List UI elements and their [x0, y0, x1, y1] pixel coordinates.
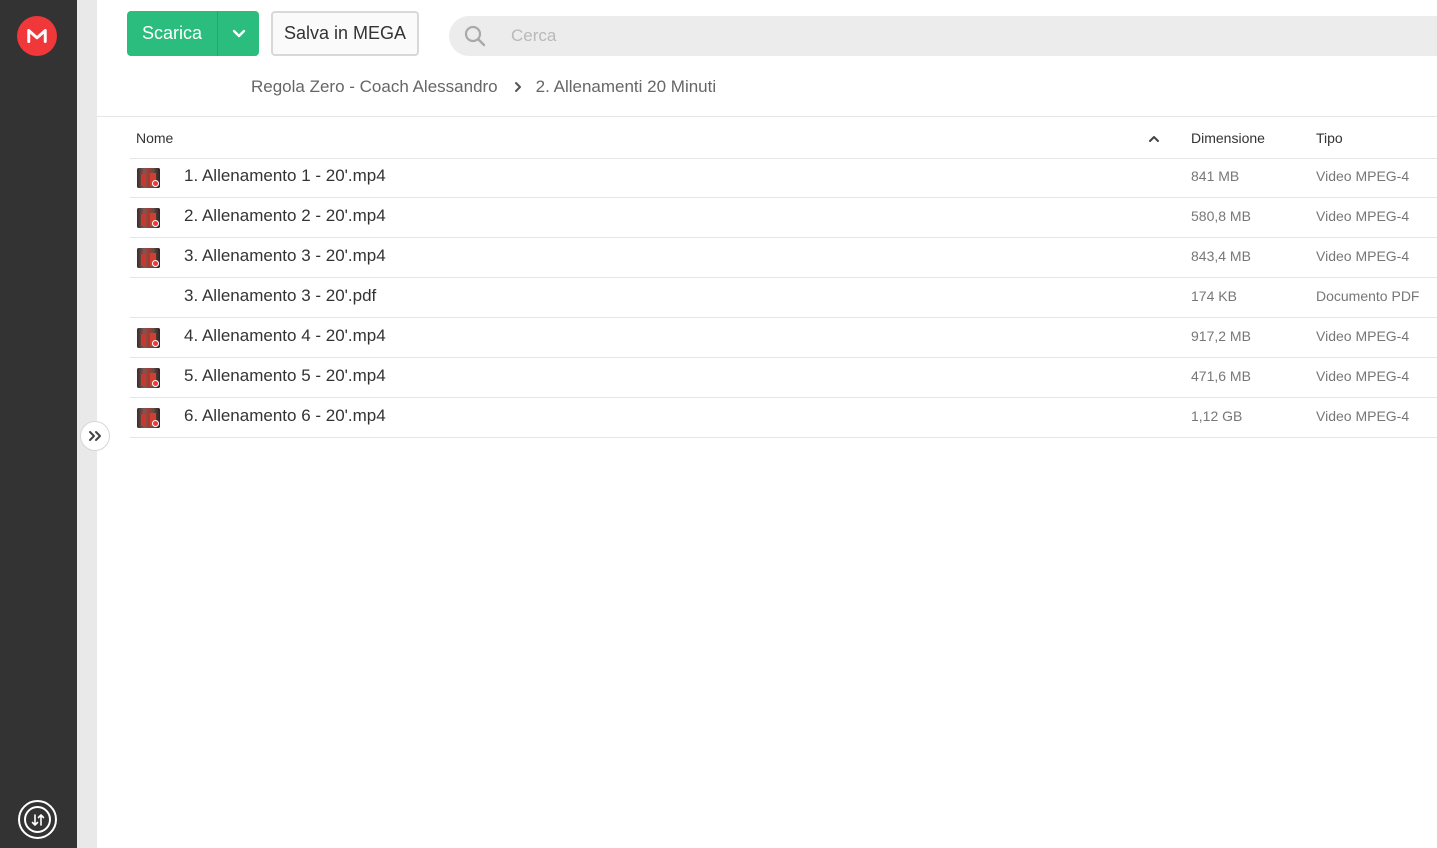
- download-button-label[interactable]: Scarica: [127, 11, 217, 56]
- video-thumbnail-icon: [137, 328, 160, 348]
- file-size: 580,8 MB: [1191, 208, 1251, 224]
- file-name: 4. Allenamento 4 - 20'.mp4: [184, 326, 386, 345]
- video-thumbnail-icon: [137, 408, 160, 428]
- file-row[interactable]: 3. Allenamento 3 - 20'.pdf 174 KB Docume…: [130, 278, 1437, 318]
- column-header-type[interactable]: Tipo: [1316, 130, 1343, 146]
- expand-sidebar-button[interactable]: [80, 421, 110, 451]
- column-header-size[interactable]: Dimensione: [1191, 130, 1265, 146]
- breadcrumb-item-root[interactable]: Regola Zero - Coach Alessandro: [251, 77, 498, 97]
- video-thumbnail-icon: [137, 248, 160, 268]
- chevron-right-icon: [514, 81, 522, 93]
- table-header: Nome Dimensione Tipo: [130, 117, 1437, 159]
- left-rail: [0, 0, 77, 848]
- file-size: 917,2 MB: [1191, 328, 1251, 344]
- search-icon[interactable]: [463, 24, 487, 48]
- file-size: 841 MB: [1191, 168, 1240, 184]
- file-size: 843,4 MB: [1191, 248, 1251, 264]
- video-thumbnail-icon: [137, 208, 160, 228]
- video-thumbnail-icon: [137, 168, 160, 188]
- download-options-dropdown[interactable]: [218, 11, 259, 56]
- mega-logo-icon[interactable]: [17, 16, 57, 56]
- chevron-down-icon: [232, 29, 245, 38]
- file-size: 174 KB: [1191, 288, 1237, 304]
- file-name: 6. Allenamento 6 - 20'.mp4: [184, 406, 386, 425]
- file-name: 3. Allenamento 3 - 20'.mp4: [184, 246, 386, 265]
- breadcrumb-item-current[interactable]: 2. Allenamenti 20 Minuti: [536, 77, 717, 97]
- sort-ascending-icon[interactable]: [1148, 130, 1160, 146]
- file-name: 3. Allenamento 3 - 20'.pdf: [184, 286, 377, 305]
- transfers-button[interactable]: [18, 800, 57, 839]
- file-type: Video MPEG-4: [1316, 208, 1410, 224]
- file-row[interactable]: 6. Allenamento 6 - 20'.mp4 1,12 GB Video…: [130, 398, 1437, 438]
- breadcrumb: Regola Zero - Coach Alessandro 2. Allena…: [251, 76, 716, 98]
- file-row[interactable]: 1. Allenamento 1 - 20'.mp4 841 MB Video …: [130, 158, 1437, 198]
- file-row[interactable]: 4. Allenamento 4 - 20'.mp4 917,2 MB Vide…: [130, 318, 1437, 358]
- double-chevron-right-icon: [89, 431, 101, 441]
- file-type: Documento PDF: [1316, 288, 1420, 304]
- file-type: Video MPEG-4: [1316, 408, 1410, 424]
- download-button[interactable]: Scarica: [127, 11, 259, 56]
- video-thumbnail-icon: [137, 368, 160, 388]
- file-row[interactable]: 5. Allenamento 5 - 20'.mp4 471,6 MB Vide…: [130, 358, 1437, 398]
- file-name: 2. Allenamento 2 - 20'.mp4: [184, 206, 386, 225]
- file-size: 1,12 GB: [1191, 408, 1243, 424]
- file-size: 471,6 MB: [1191, 368, 1251, 384]
- file-row[interactable]: 2. Allenamento 2 - 20'.mp4 580,8 MB Vide…: [130, 198, 1437, 238]
- column-header-name[interactable]: Nome: [136, 130, 173, 146]
- file-name: 5. Allenamento 5 - 20'.mp4: [184, 366, 386, 385]
- file-row[interactable]: 3. Allenamento 3 - 20'.mp4 843,4 MB Vide…: [130, 238, 1437, 278]
- file-type: Video MPEG-4: [1316, 248, 1410, 264]
- file-list: 1. Allenamento 1 - 20'.mp4 841 MB Video …: [130, 158, 1437, 438]
- search-input[interactable]: [511, 26, 1411, 46]
- save-to-mega-button[interactable]: Salva in MEGA: [271, 11, 419, 56]
- file-type: Video MPEG-4: [1316, 368, 1410, 384]
- file-type: Video MPEG-4: [1316, 328, 1410, 344]
- main-panel: Scarica Salva in MEGA Regola Zero - Coac…: [97, 0, 1437, 848]
- search-bar[interactable]: [449, 16, 1437, 56]
- transfers-icon: [24, 806, 51, 833]
- file-type: Video MPEG-4: [1316, 168, 1410, 184]
- file-name: 1. Allenamento 1 - 20'.mp4: [184, 166, 386, 185]
